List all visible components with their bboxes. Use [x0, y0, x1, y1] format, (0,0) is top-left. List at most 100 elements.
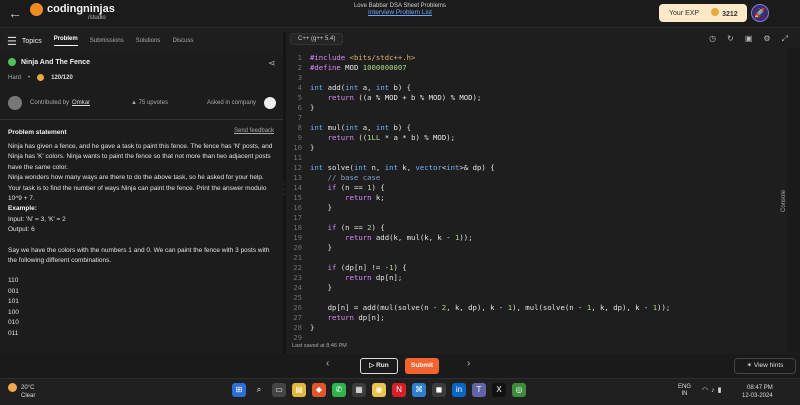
- problem-panel: Ninja And The Fence ⋖ Hard • 120/120 Con…: [0, 52, 283, 354]
- menu-icon[interactable]: ☰: [7, 35, 17, 48]
- back-arrow-icon[interactable]: ←: [8, 5, 22, 21]
- code-line[interactable]: 26 dp[n] = add(mul(solve(n - 2, k, dp), …: [286, 303, 670, 313]
- line-number: 1: [297, 53, 302, 62]
- author-link[interactable]: Omkar: [72, 100, 90, 106]
- temperature: 20°C: [21, 385, 35, 392]
- editor-actions: ◷ ↻ ▣ ⚙ ⤢: [709, 34, 788, 44]
- view-hints-button[interactable]: ✶ View hints: [734, 358, 796, 374]
- code-line[interactable]: 19 return add(k, mul(k, k - 1));: [286, 233, 472, 243]
- code-line[interactable]: 3: [286, 73, 310, 83]
- teams-icon[interactable]: T: [472, 383, 486, 397]
- tab-submissions[interactable]: Submissions: [90, 38, 124, 44]
- file-explorer-icon[interactable]: ▤: [292, 383, 306, 397]
- line-number: 14: [293, 183, 302, 192]
- prev-chevron-icon[interactable]: ‹: [326, 358, 329, 369]
- example-output: Output: 6: [8, 226, 35, 234]
- chrome-icon[interactable]: ◉: [372, 383, 386, 397]
- netflix-icon[interactable]: N: [392, 383, 406, 397]
- line-number: 23: [293, 273, 302, 282]
- code-line[interactable]: 10}: [286, 143, 314, 153]
- code-line[interactable]: 1 #include <bits/stdc++.h>: [286, 53, 416, 63]
- chrome-profile-icon[interactable]: ◎: [512, 383, 526, 397]
- tab-problem[interactable]: Problem: [53, 36, 78, 46]
- language-selector[interactable]: C++ (g++ 5.4): [290, 33, 344, 45]
- code-line[interactable]: 4 int add(int a, int b) {: [286, 83, 411, 93]
- code-line[interactable]: 24 }: [286, 283, 332, 293]
- code-line[interactable]: 29: [286, 333, 310, 343]
- language-indicator[interactable]: ENG IN: [678, 384, 691, 398]
- console-panel-toggle[interactable]: Console: [781, 48, 800, 353]
- app-icon[interactable]: ◼: [432, 383, 446, 397]
- code-line[interactable]: 9 return ((1LL * a * b) % MOD);: [286, 133, 455, 143]
- code-line[interactable]: 17: [286, 213, 310, 223]
- logo-text: codingninjas: [47, 3, 115, 15]
- upvotes[interactable]: ▲ 75 upvotes: [131, 100, 168, 106]
- line-number: 20: [293, 243, 302, 252]
- code-line[interactable]: 5 return ((a % MOD + b % MOD) % MOD);: [286, 93, 482, 103]
- whatsapp-icon[interactable]: ✆: [332, 383, 346, 397]
- code-line[interactable]: 12 int solve(int n, int k, vector<int>& d…: [286, 163, 494, 173]
- company-logo[interactable]: [264, 97, 276, 109]
- windows-start-icon[interactable]: ⊞: [232, 383, 246, 397]
- topics-button[interactable]: Topics: [22, 38, 42, 45]
- system-tray[interactable]: ◠♪▮: [702, 386, 724, 394]
- wifi-icon[interactable]: ◠: [702, 387, 711, 394]
- code-line[interactable]: 2 #define MOD 1000000007: [286, 63, 407, 73]
- left-bottom-bar: [0, 354, 286, 378]
- store-icon[interactable]: ▦: [352, 383, 366, 397]
- code-line[interactable]: 20 }: [286, 243, 332, 253]
- code-line[interactable]: 13 // base case: [286, 173, 380, 183]
- run-button[interactable]: ▷ Run: [360, 358, 398, 374]
- next-chevron-icon[interactable]: ›: [467, 358, 470, 369]
- code-line[interactable]: 6}: [286, 103, 315, 113]
- code-line[interactable]: 16 }: [286, 203, 332, 213]
- settings-icon[interactable]: ⚙: [763, 34, 770, 44]
- line-number: 11: [293, 153, 302, 162]
- code-editor[interactable]: 1 #include <bits/stdc++.h> 2 #define MOD 10…: [286, 50, 786, 343]
- coin-icon: [711, 8, 720, 16]
- combination-item: 001: [8, 287, 19, 295]
- code-line[interactable]: 15 return k;: [286, 193, 385, 203]
- timer-icon[interactable]: ◷: [709, 34, 716, 44]
- statement-paragraph: Your task is to find the number of ways …: [8, 184, 267, 203]
- linkedin-icon[interactable]: in: [452, 383, 466, 397]
- task-view-icon[interactable]: ▭: [272, 383, 286, 397]
- vscode-icon[interactable]: ⌘: [412, 383, 426, 397]
- exp-badge[interactable]: Your EXP 3212: [659, 4, 747, 22]
- sheet-link[interactable]: Interview Problem List: [325, 9, 475, 16]
- code-line[interactable]: 21: [286, 253, 310, 263]
- code-line[interactable]: 8 int mul(int a, int b) {: [286, 123, 411, 133]
- code-line[interactable]: 22 if (dp[n] != -1) {: [286, 263, 406, 273]
- code-line[interactable]: 11: [286, 153, 310, 163]
- code-line[interactable]: 18 if (n == 2) {: [286, 223, 385, 233]
- difficulty-label: Hard: [8, 74, 22, 81]
- line-number: 7: [297, 113, 302, 122]
- contributed-by-label: Contributed by: [30, 100, 70, 106]
- code-line[interactable]: 23 return dp[n];: [286, 273, 402, 283]
- brave-browser-icon[interactable]: ◆: [312, 383, 326, 397]
- search-icon[interactable]: ⌕: [252, 383, 266, 397]
- drag-handle-icon[interactable]: · · ·: [283, 181, 285, 198]
- clock[interactable]: 08:47 PM 12-03-2024: [742, 384, 773, 400]
- tab-solutions[interactable]: Solutions: [136, 38, 161, 44]
- send-feedback-link[interactable]: Send feedback: [234, 128, 274, 134]
- code-line[interactable]: 27 return dp[n];: [286, 313, 385, 323]
- x-icon[interactable]: X: [492, 383, 506, 397]
- submit-button[interactable]: Submit: [405, 358, 439, 374]
- date: 12-03-2024: [742, 393, 773, 399]
- code-line[interactable]: 7: [286, 113, 310, 123]
- code-line[interactable]: 28}: [286, 323, 314, 333]
- user-avatar[interactable]: 🚀: [751, 4, 769, 22]
- battery-icon[interactable]: ▮: [718, 387, 725, 394]
- problem-title-row: Ninja And The Fence: [8, 58, 90, 66]
- template-icon[interactable]: ▣: [745, 34, 753, 44]
- line-number: 29: [293, 333, 302, 342]
- weather-widget[interactable]: 20°C Clear: [8, 383, 35, 400]
- fullscreen-icon[interactable]: ⤢: [782, 34, 788, 44]
- view-hints-label: View hints: [753, 362, 784, 369]
- reset-icon[interactable]: ↻: [727, 34, 734, 44]
- code-line[interactable]: 25: [286, 293, 310, 303]
- share-icon[interactable]: ⋖: [268, 58, 276, 69]
- tab-discuss[interactable]: Discuss: [172, 38, 193, 44]
- code-line[interactable]: 14 if (n == 1) {: [286, 183, 385, 193]
